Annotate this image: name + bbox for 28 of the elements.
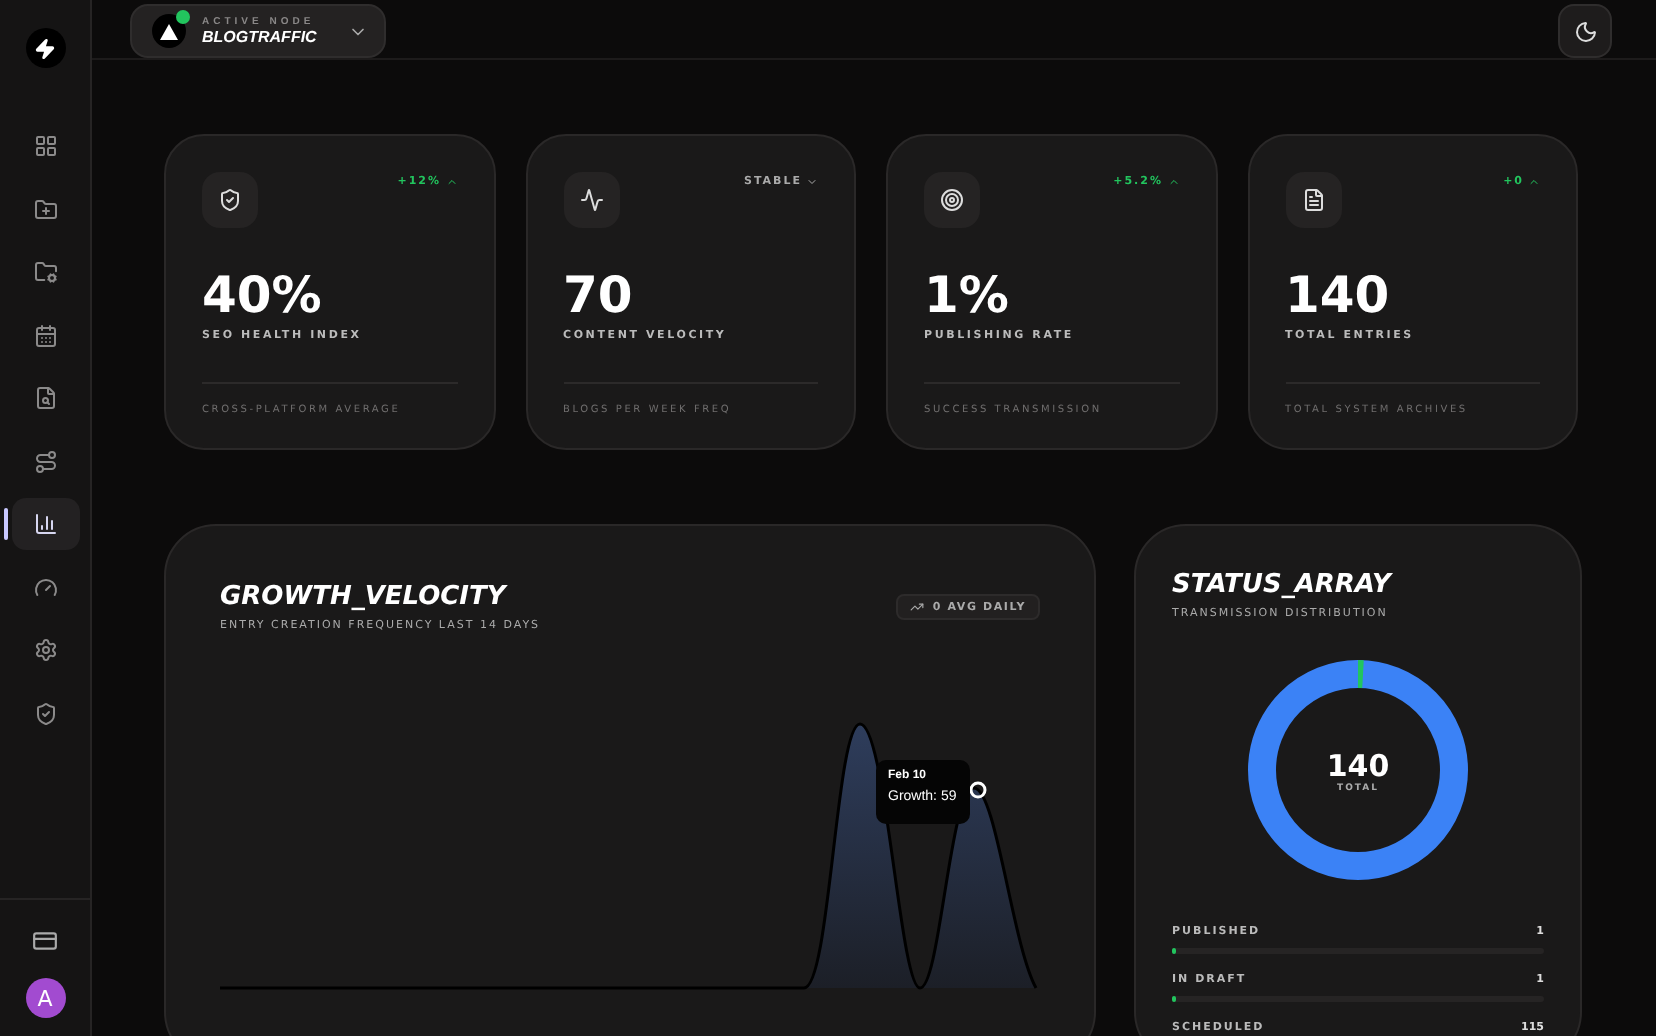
chart-title: GROWTH_VELOCITY [220,582,510,612]
stat-value: 70 [563,268,635,324]
stat-value: 1% [924,268,1011,324]
triangle-logo-icon [152,14,186,48]
donut-total: 140 [1326,747,1390,783]
file-search-icon [33,386,57,410]
status-title: STATUS_ARRAY [1172,570,1395,600]
bar-chart-icon [33,512,57,536]
settings-icon [33,638,57,662]
pulse-icon [579,188,603,212]
target-icon [940,188,964,212]
shield-check-icon [33,701,57,725]
theme-toggle-button[interactable] [1558,4,1612,58]
stat-value: 40% [202,268,324,324]
route-icon [33,449,57,473]
document-icon [1301,188,1325,212]
card-icon[interactable] [32,928,58,954]
node-name: BLOGTRAFFIC [202,28,317,46]
stat-value: 140 [1285,268,1392,324]
folder-plus-icon [33,197,57,221]
avatar[interactable]: A [25,978,65,1018]
moon-icon [1573,19,1597,43]
grid-icon [33,134,57,158]
shield-check-icon [218,188,242,212]
calendar-icon [33,323,57,347]
folder-gear-icon [33,260,57,284]
bolt-logo-icon [25,28,65,68]
gauge-icon [33,575,57,599]
